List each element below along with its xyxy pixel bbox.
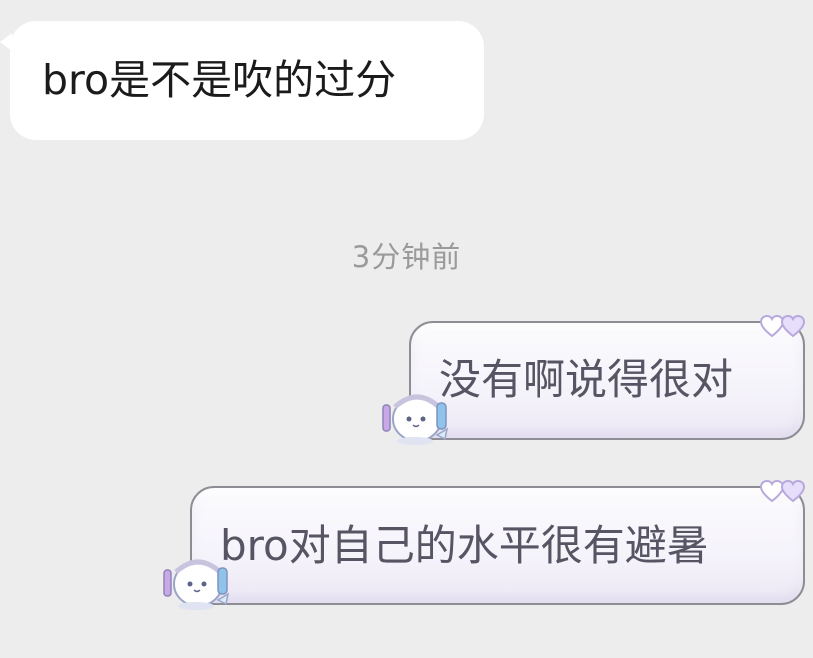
chat-view[interactable]: bro是不是吹的过分 3分钟前 没有啊说得很对 bro对自己的水平很有避暑 [0, 0, 813, 658]
time-divider: 3分钟前 [351, 240, 462, 274]
mascot-sticker-icon [382, 394, 449, 445]
hearts-icon [759, 314, 806, 338]
bubble-tail [0, 33, 12, 51]
message-text: 没有啊说得很对 [439, 355, 734, 404]
mascot-sticker-icon [163, 559, 230, 610]
outgoing-message-bubble[interactable]: 没有啊说得很对 [382, 314, 806, 445]
hearts-icon [759, 479, 806, 503]
incoming-message-bubble[interactable]: bro是不是吹的过分 [0, 21, 484, 140]
message-text: bro对自己的水平很有避暑 [220, 521, 709, 570]
outgoing-message-bubble[interactable]: bro对自己的水平很有避暑 [163, 479, 806, 610]
message-text: bro是不是吹的过分 [42, 56, 397, 104]
